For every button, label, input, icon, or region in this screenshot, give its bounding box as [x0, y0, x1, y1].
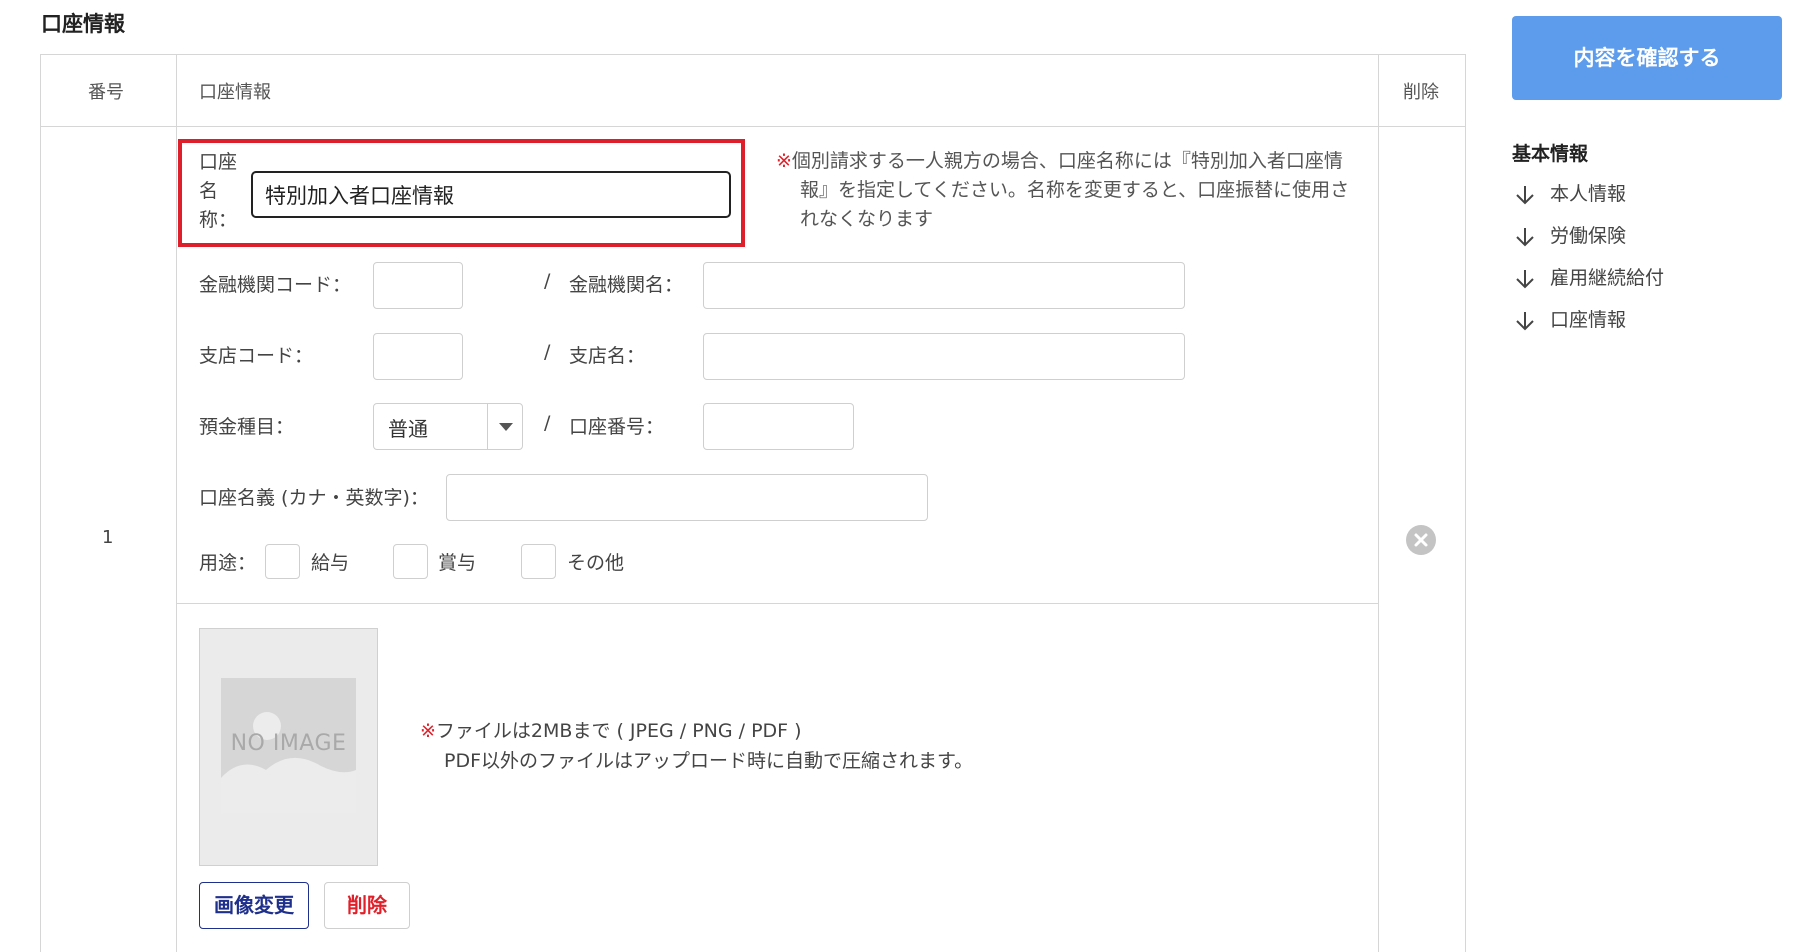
purpose-salary-checkbox[interactable]: [265, 544, 300, 579]
file-note-mark: ※: [420, 720, 436, 742]
bank-code-input[interactable]: [373, 262, 463, 309]
row-number: 1: [102, 527, 114, 548]
account-number-label: 口座番号：: [569, 416, 665, 438]
delete-image-button[interactable]: 削除: [324, 882, 410, 929]
table-divider: [176, 54, 177, 952]
arrow-down-icon: [1516, 186, 1534, 205]
branch-code-label: 支店コード：: [199, 345, 314, 367]
delete-row-icon[interactable]: [1406, 525, 1436, 555]
arrow-down-icon: [1516, 312, 1534, 331]
slash-separator: /: [544, 412, 551, 434]
no-image-text: NO IMAGE: [230, 731, 347, 756]
change-image-button[interactable]: 画像変更: [199, 882, 309, 929]
bank-name-input[interactable]: [703, 262, 1185, 309]
arrow-down-icon: [1516, 228, 1534, 247]
confirm-button[interactable]: 内容を確認する: [1512, 16, 1782, 100]
branch-name-label: 支店名：: [569, 345, 646, 367]
branch-name-input[interactable]: [703, 333, 1185, 380]
deposit-type-value: 普通: [388, 417, 428, 441]
header-account-info: 口座情報: [199, 82, 271, 103]
file-note: ※ファイルは2MBまで ( JPEG / PNG / PDF ) PDF以外のフ…: [420, 720, 974, 772]
deposit-type-select[interactable]: 普通: [373, 403, 523, 450]
header-number: 番号: [88, 82, 124, 103]
account-holder-input[interactable]: [446, 474, 928, 521]
bank-code-label: 金融機関コード：: [199, 274, 352, 296]
bank-name-label: 金融機関名：: [569, 274, 684, 296]
account-name-label: 口座 名 称：: [199, 151, 238, 231]
purpose-salary-label: 給与: [311, 552, 350, 574]
nav-title: 基本情報: [1512, 143, 1589, 165]
purpose-other-checkbox[interactable]: [521, 544, 556, 579]
purpose-bonus-label: 賞与: [438, 552, 477, 574]
purpose-other-label: その他: [567, 552, 625, 574]
account-name-note: ※個別請求する一人親方の場合、口座名称には『特別加入者口座情報』を指定してくださ…: [776, 150, 1350, 230]
note-mark: ※: [776, 150, 792, 172]
account-number-input[interactable]: [703, 403, 854, 450]
purpose-bonus-checkbox[interactable]: [393, 544, 428, 579]
row-inner-divider: [176, 603, 1378, 604]
section-title: 口座情報: [41, 12, 125, 36]
arrow-down-icon: [1516, 270, 1534, 289]
account-holder-label: 口座名義 (カナ・英数字)：: [199, 487, 429, 509]
purpose-label: 用途：: [199, 552, 257, 574]
slash-separator: /: [544, 341, 551, 363]
slash-separator: /: [544, 270, 551, 292]
header-delete: 削除: [1403, 82, 1439, 103]
branch-code-input[interactable]: [373, 333, 463, 380]
account-name-input[interactable]: [251, 171, 731, 218]
no-image-placeholder: NO IMAGE: [199, 628, 378, 866]
table-divider: [1378, 54, 1379, 952]
deposit-type-label: 預金種目：: [199, 416, 295, 438]
header-divider: [40, 126, 1466, 127]
chevron-down-icon: [499, 423, 513, 431]
